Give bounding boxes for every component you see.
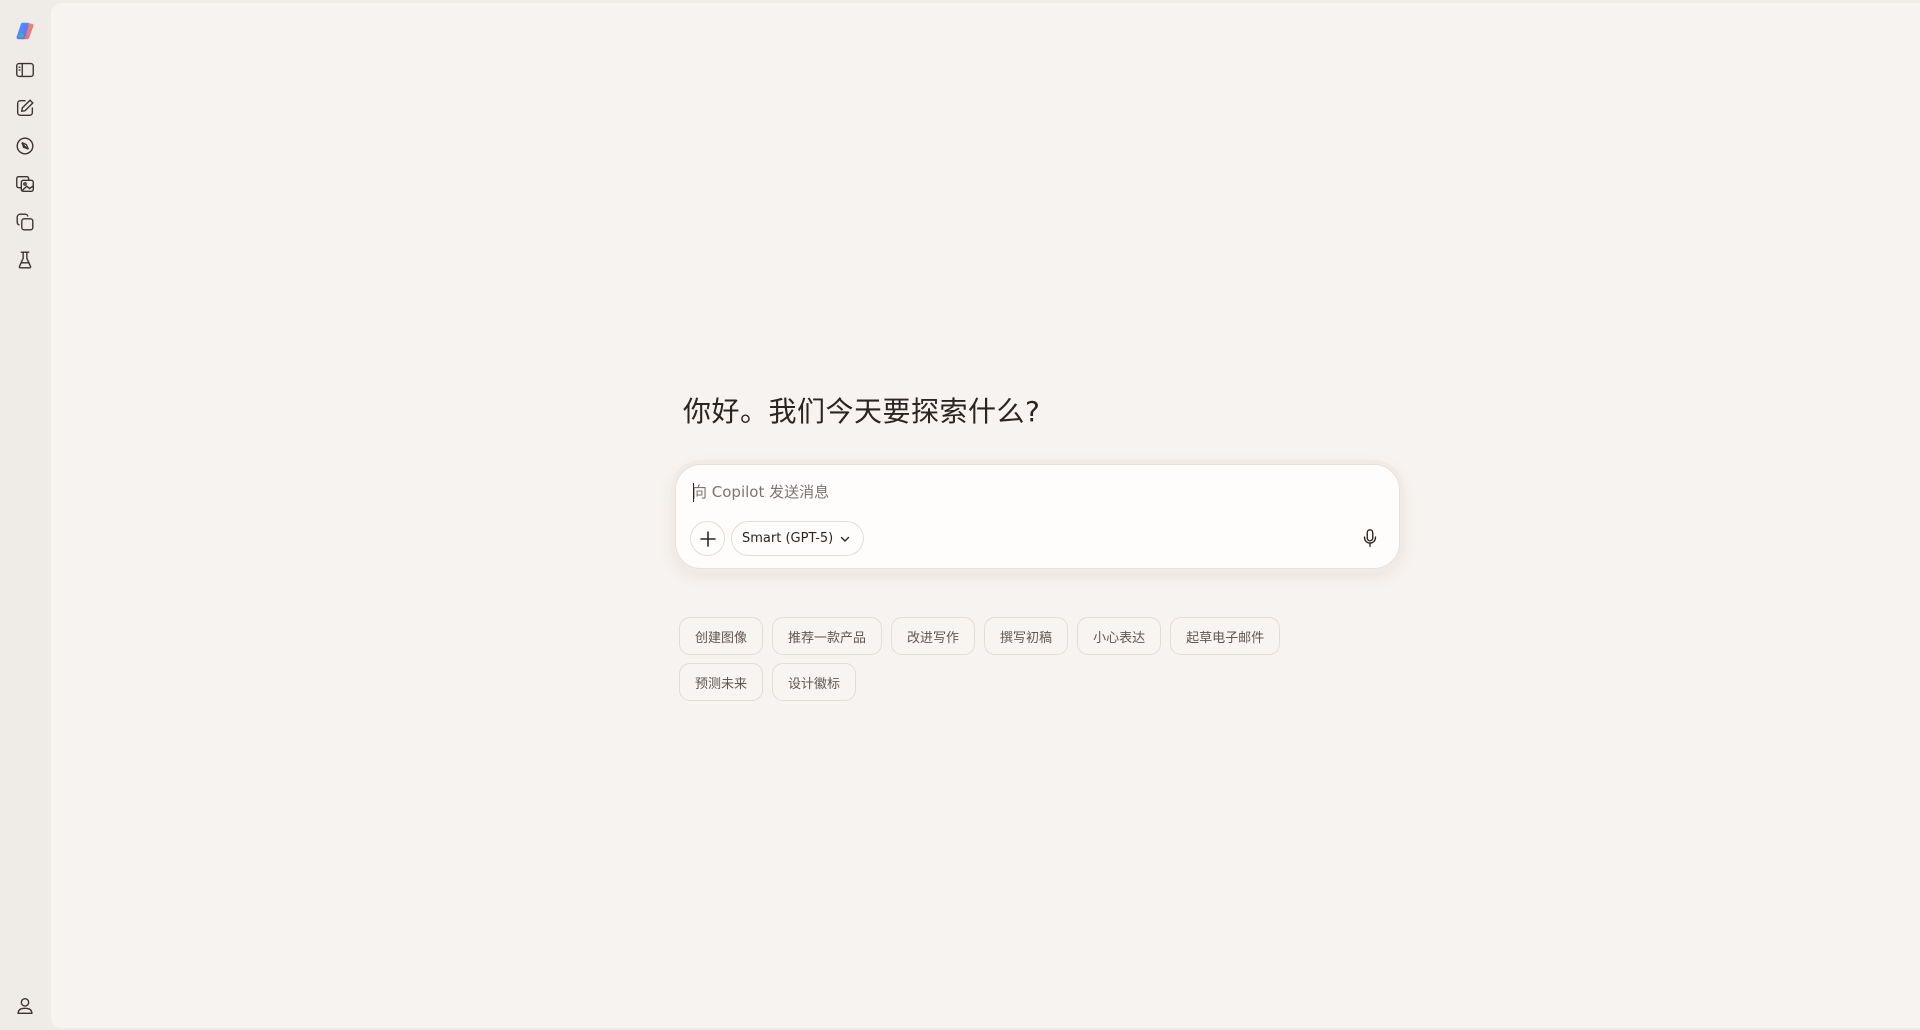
greeting-heading: 你好。我们今天要探索什么? <box>683 395 1041 428</box>
message-input[interactable] <box>692 480 1332 504</box>
compose-icon <box>16 99 34 117</box>
composer: Smart (GPT-5) <box>675 464 1400 569</box>
left-rail <box>0 0 50 1030</box>
profile-button[interactable] <box>13 994 37 1018</box>
suggestion-chip-improve-writing[interactable]: 改进写作 <box>891 617 976 655</box>
copilot-logo-icon <box>16 22 34 40</box>
pages-button[interactable] <box>13 210 37 234</box>
microphone-icon <box>1363 529 1377 547</box>
suggestion-row-2: 预测未来 设计徽标 <box>679 663 1379 701</box>
image-gallery-icon <box>16 175 34 193</box>
main-content: 你好。我们今天要探索什么? Smart (GPT-5) <box>51 3 1920 1028</box>
suggestion-chips: 创建图像 推荐一款产品 改进写作 撰写初稿 小心表达 起草电子邮件 预测未来 设… <box>679 617 1379 709</box>
suggestion-row-1: 创建图像 推荐一款产品 改进写作 撰写初稿 小心表达 起草电子邮件 <box>679 617 1379 655</box>
model-selector-button[interactable]: Smart (GPT-5) <box>731 521 865 556</box>
suggestion-chip-predict-future[interactable]: 预测未来 <box>679 663 764 701</box>
suggestion-chip-write-draft[interactable]: 撰写初稿 <box>984 617 1069 655</box>
plus-icon <box>699 530 716 547</box>
suggestion-chip-careful-wording[interactable]: 小心表达 <box>1077 617 1162 655</box>
sidebar-panel-icon <box>16 62 34 78</box>
copy-pages-icon <box>16 213 34 231</box>
discover-button[interactable] <box>13 134 37 158</box>
suggestion-chip-design-logo[interactable]: 设计徽标 <box>772 663 857 701</box>
library-button[interactable] <box>13 172 37 196</box>
flask-icon <box>18 251 32 269</box>
suggestion-chip-create-image[interactable]: 创建图像 <box>679 617 764 655</box>
toggle-sidebar-button[interactable] <box>13 58 37 82</box>
labs-button[interactable] <box>13 248 37 272</box>
person-icon <box>17 997 33 1015</box>
text-cursor <box>693 483 694 502</box>
new-chat-button[interactable] <box>13 96 37 120</box>
model-selector-label: Smart (GPT-5) <box>742 531 834 546</box>
copilot-app: 你好。我们今天要探索什么? Smart (GPT-5) <box>0 0 1920 1030</box>
suggestion-chip-draft-email[interactable]: 起草电子邮件 <box>1170 617 1281 655</box>
chevron-down-icon <box>841 536 850 542</box>
suggestion-chip-recommend-product[interactable]: 推荐一款产品 <box>772 617 883 655</box>
voice-input-button[interactable] <box>1355 523 1385 553</box>
compass-icon <box>16 137 34 155</box>
copilot-logo[interactable] <box>13 19 37 43</box>
add-attachment-button[interactable] <box>690 521 725 556</box>
